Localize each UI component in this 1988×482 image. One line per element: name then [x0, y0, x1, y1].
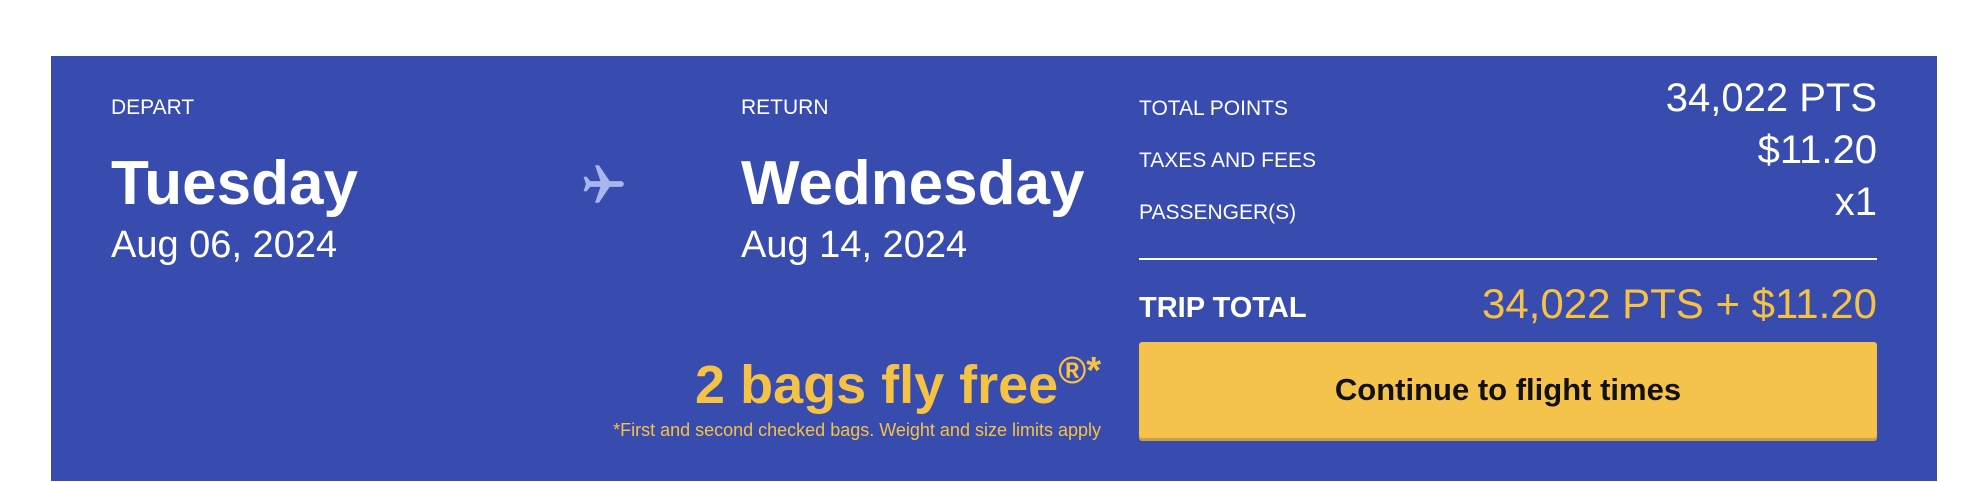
bags-fly-free-title: 2 bags fly free®* [695, 350, 1101, 416]
trip-total-label: TRIP TOTAL [1139, 292, 1307, 324]
summary-divider [1139, 258, 1877, 260]
depart-day: Tuesday [111, 149, 358, 218]
total-points-value: 34,022 PTS [1665, 76, 1877, 120]
return-date: Aug 14, 2024 [741, 224, 968, 266]
bags-disclaimer: *First and second checked bags. Weight a… [613, 420, 1101, 440]
depart-date: Aug 06, 2024 [111, 224, 338, 266]
bags-title-mark: ®* [1058, 350, 1101, 392]
passengers-label: PASSENGER(S) [1139, 201, 1297, 224]
taxes-fees-label: TAXES AND FEES [1139, 149, 1316, 172]
trip-total-value: 34,022 PTS + $11.20 [1481, 280, 1877, 327]
trip-summary-banner: DEPART Tuesday Aug 06, 2024 RETURN Wedne… [51, 56, 1937, 481]
return-day: Wednesday [741, 149, 1085, 218]
continue-to-flight-times-button[interactable]: Continue to flight times [1139, 342, 1877, 438]
passengers-value: x1 [1834, 180, 1877, 224]
bags-title-text: 2 bags fly free [695, 355, 1059, 415]
depart-label: DEPART [111, 96, 195, 119]
airplane-icon [579, 159, 629, 209]
total-points-label: TOTAL POINTS [1139, 97, 1288, 120]
return-label: RETURN [741, 96, 829, 119]
taxes-fees-value: $11.20 [1757, 128, 1877, 172]
